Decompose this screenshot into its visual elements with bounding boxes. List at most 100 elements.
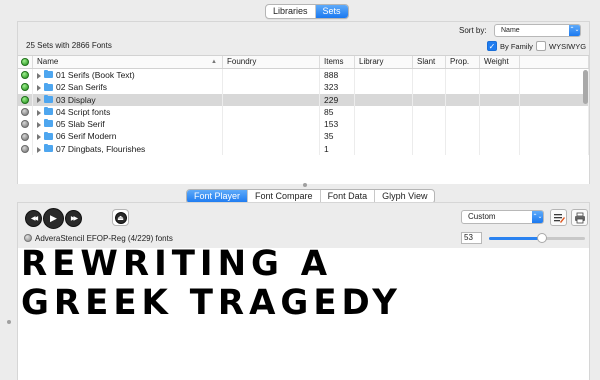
row-weight [480,69,520,82]
header-status[interactable] [18,56,33,68]
header-prop[interactable]: Prop. [446,56,480,68]
sets-summary: 25 Sets with 2866 Fonts [26,41,112,50]
by-family-checkbox[interactable]: ✓ [487,41,497,51]
row-items: 888 [320,69,355,82]
header-library[interactable]: Library [355,56,413,68]
row-status[interactable] [18,118,33,131]
row-name: 07 Dingbats, Flourishes [56,143,146,154]
current-font-line: AdveraStencil EFOP-Reg (4/229) fonts [24,234,173,243]
font-preview-area[interactable]: REWRITING A GREEK TRAGEDY [18,248,589,380]
header-items[interactable]: Items [320,56,355,68]
row-items: 1 [320,142,355,156]
status-indicator-icon [21,120,29,129]
disclosure-triangle-icon[interactable] [37,85,41,92]
edit-text-button[interactable] [550,209,567,226]
split-handle-vertical[interactable] [7,320,11,324]
font-player-panel: ◀◀ ▶ ▶▶ ⏏ Custom ⌃⌄ AdveraStencil EFOP-R… [17,202,590,380]
disclosure-triangle-icon[interactable] [37,121,41,128]
status-indicator-icon [21,108,29,117]
disclosure-triangle-icon[interactable] [37,146,41,153]
table-header: Name ▲ Foundry Items Library Slant Prop.… [18,56,589,69]
font-size-slider[interactable] [489,233,585,243]
table-row[interactable]: 04 Script fonts 85 [18,105,589,119]
view-tabs: Libraries Sets [265,4,349,19]
status-indicator-icon [21,95,29,104]
row-library [355,142,413,156]
status-indicator-icon [21,144,29,153]
eject-button[interactable]: ⏏ [112,209,129,226]
disclosure-triangle-icon[interactable] [37,109,41,116]
header-foundry[interactable]: Foundry [223,56,320,68]
folder-icon [44,119,53,128]
row-status[interactable] [18,130,33,143]
row-slant [413,81,446,94]
folder-icon [44,70,53,79]
row-status[interactable] [18,69,33,82]
row-foundry [223,105,320,119]
row-items: 153 [320,118,355,131]
row-library [355,130,413,143]
row-status[interactable] [18,142,33,156]
table-row[interactable]: 07 Dingbats, Flourishes 1 [18,142,589,156]
status-indicator-icon [21,83,29,92]
row-items: 323 [320,81,355,94]
font-size-slider-knob[interactable] [536,233,547,243]
header-name[interactable]: Name ▲ [33,56,223,68]
row-slant [413,69,446,82]
eject-icon-wrap: ⏏ [114,211,127,224]
folder-icon [44,144,53,153]
disclosure-triangle-icon[interactable] [37,72,41,79]
font-size-slider-fill [489,237,542,240]
tab-sets[interactable]: Sets [315,5,348,18]
preview-size-value: Custom [468,212,496,221]
table-row[interactable]: 05 Slab Serif 153 [18,118,589,131]
row-weight [480,130,520,143]
row-slant [413,93,446,106]
eject-icon: ⏏ [117,214,124,222]
row-name: 02 San Serifs [56,82,108,93]
row-prop [446,69,480,82]
disclosure-triangle-icon[interactable] [37,134,41,141]
sort-by-value: Name [501,27,520,34]
play-button[interactable]: ▶ [43,208,64,229]
wysiwyg-checkbox[interactable] [536,41,546,51]
status-indicator-icon [21,71,29,80]
tab-libraries[interactable]: Libraries [266,5,316,18]
disclosure-triangle-icon[interactable] [37,97,41,104]
header-slant[interactable]: Slant [413,56,446,68]
row-foundry [223,142,320,156]
row-prop [446,93,480,106]
table-row[interactable]: 01 Serifs (Book Text) 888 [18,69,589,82]
row-status[interactable] [18,93,33,106]
edit-text-icon [553,213,565,223]
row-weight [480,142,520,156]
table-row[interactable]: 02 San Serifs 323 [18,81,589,94]
row-name-cell: 05 Slab Serif [33,118,223,131]
row-status[interactable] [18,105,33,119]
header-weight[interactable]: Weight [480,56,520,68]
print-button[interactable] [571,209,588,226]
row-status[interactable] [18,81,33,94]
row-items: 35 [320,130,355,143]
sets-panel: 25 Sets with 2866 Fonts Sort by: Name ⌃⌄… [17,21,590,184]
row-foundry [223,130,320,143]
rewind-button[interactable]: ◀◀ [25,210,42,227]
preview-size-select[interactable]: Custom ⌃⌄ [461,210,544,224]
select-arrows-icon: ⌃⌄ [569,25,580,36]
row-name-cell: 02 San Serifs [33,81,223,94]
table-row[interactable]: 03 Display 229 [18,93,589,106]
row-name: 01 Serifs (Book Text) [56,70,135,80]
row-slant [413,130,446,143]
table-body: 01 Serifs (Book Text) 888 02 San Serifs 323… [18,69,589,156]
sets-table: Name ▲ Foundry Items Library Slant Prop.… [18,55,589,184]
printer-icon [574,212,585,223]
font-size-field[interactable]: 53 [461,232,482,244]
row-extra [520,69,589,82]
row-name-cell: 07 Dingbats, Flourishes [33,142,223,156]
forward-button[interactable]: ▶▶ [65,210,82,227]
table-row[interactable]: 06 Serif Modern 35 [18,130,589,143]
preview-line-1: REWRITING A [21,248,333,285]
sort-by-select[interactable]: Name ⌃⌄ [494,24,581,37]
table-scrollbar[interactable] [583,70,588,104]
split-handle-horizontal[interactable] [303,183,307,187]
